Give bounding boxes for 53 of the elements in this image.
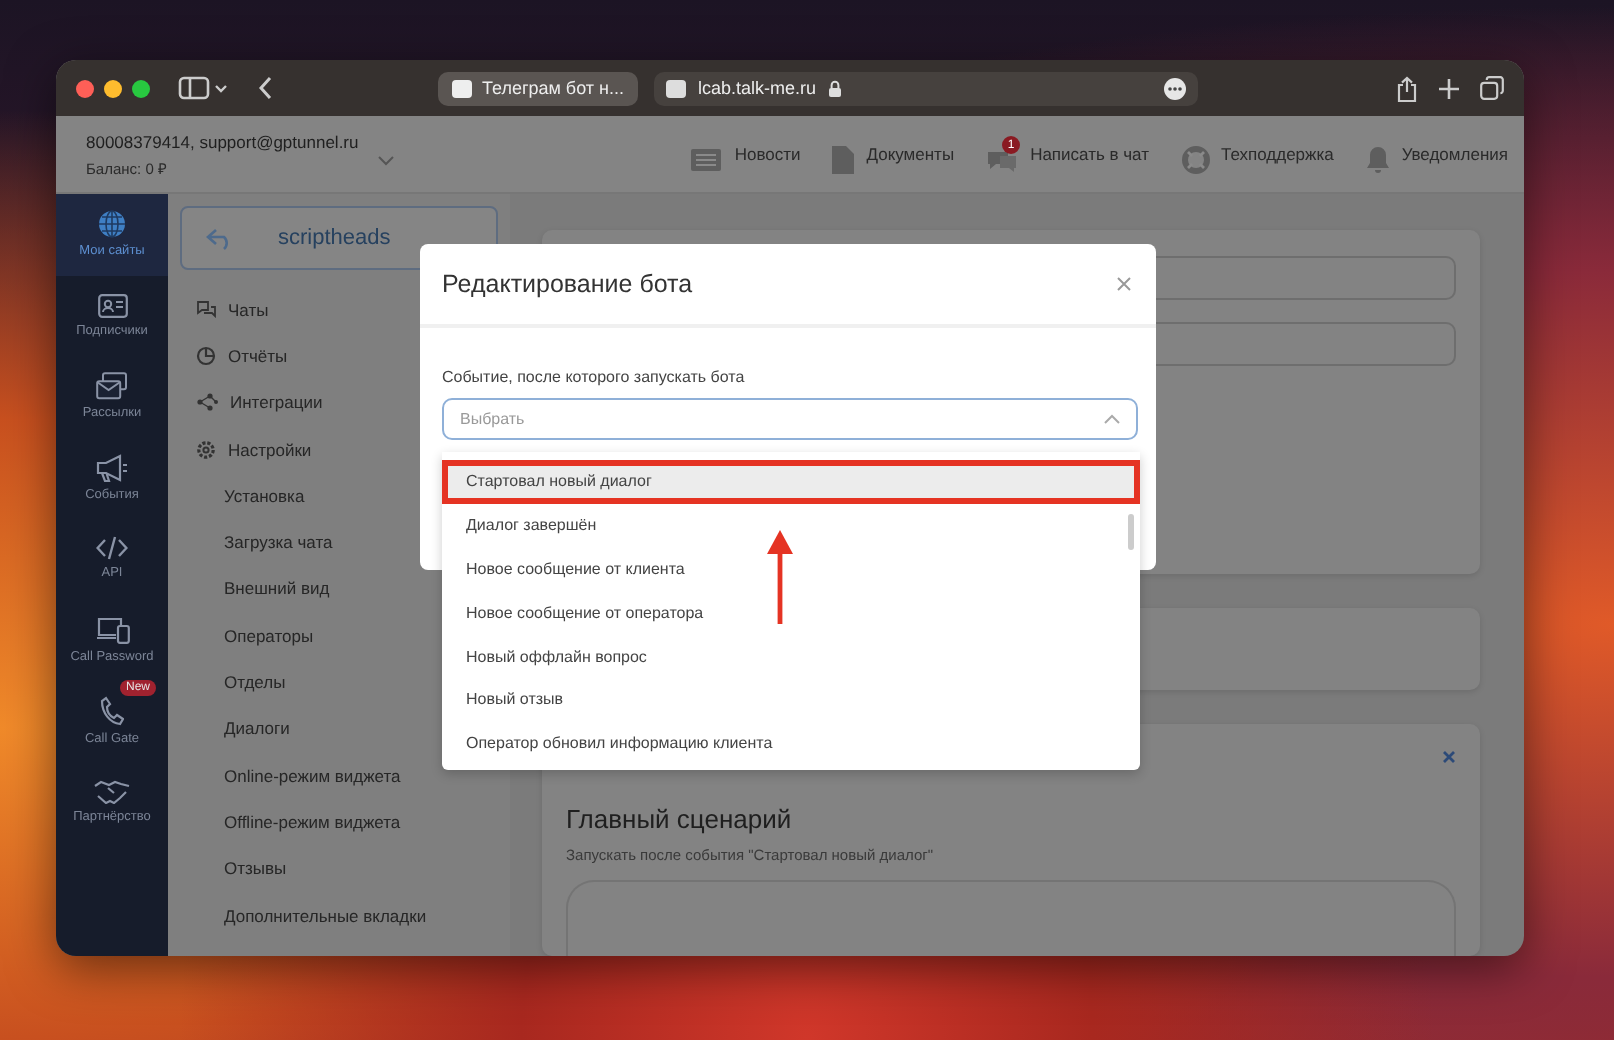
dropdown-option[interactable]: Диалог завершён (442, 503, 1140, 548)
site-favicon-icon (666, 79, 686, 97)
share-icon[interactable] (1396, 75, 1418, 101)
settings-icon (196, 439, 216, 460)
header-link[interactable]: Документы (832, 135, 955, 173)
megaphone-icon (96, 453, 128, 482)
chat-icon (986, 146, 1019, 172)
chevron-icon (1104, 414, 1120, 424)
lock-icon (828, 79, 843, 97)
devices-icon (95, 615, 129, 644)
account-label: 80008379414, support@gptunnel.ru (86, 131, 359, 151)
site-favicon-icon (452, 79, 472, 97)
dropdown-option[interactable]: Новый отзыв (442, 677, 1140, 722)
site-switcher-button[interactable]: scriptheads (180, 206, 498, 270)
newspaper-icon (690, 147, 723, 171)
close-icon[interactable] (1116, 276, 1132, 292)
dialog-title: Редактирование бота (442, 270, 693, 298)
field-label: Событие, после которого запускать бота (442, 368, 747, 386)
scrollbar[interactable] (1128, 514, 1134, 550)
address-bar[interactable]: lcab.talk-me.ru (654, 71, 1198, 105)
bell-icon (1365, 145, 1390, 173)
back-icon[interactable] (258, 76, 274, 100)
minimize-window-button[interactable] (104, 79, 122, 97)
return-arrow-icon (206, 227, 234, 249)
more-icon[interactable] (1164, 77, 1186, 99)
document-icon (832, 145, 855, 173)
dropdown-option[interactable]: Новое сообщение от клиента (442, 547, 1140, 591)
close-window-button[interactable] (76, 79, 94, 97)
sidebar-toggle-icon[interactable] (178, 76, 230, 100)
header-link[interactable]: Уведомления (1365, 135, 1508, 173)
lifebuoy-icon (1181, 145, 1209, 173)
dropdown-option[interactable]: Новое сообщение от оператора (442, 590, 1140, 635)
id-card-icon (97, 293, 127, 318)
scenario-title: Главный сценарий (566, 804, 794, 834)
settings-menu-item[interactable]: Отзывы (180, 845, 498, 892)
envelopes-icon (96, 372, 128, 401)
globe-icon (98, 210, 126, 239)
event-select[interactable]: Выбрать (442, 398, 1138, 440)
settings-menu-item[interactable]: Offline-режим виджета (180, 798, 498, 846)
header-link[interactable]: Техподдержка (1181, 135, 1334, 173)
tabs-overview-icon[interactable] (1480, 76, 1504, 100)
settings-menu-item[interactable]: Дополнительные вкладки (180, 891, 498, 939)
nodes-icon (196, 392, 218, 413)
pie-chart-icon (196, 345, 216, 366)
dropdown-option[interactable]: Новый оффлайн вопрос (442, 634, 1140, 678)
phone-icon (100, 695, 124, 726)
annotation-arrow (766, 530, 794, 626)
browser-tab[interactable]: Телеграм бот н... (438, 71, 638, 105)
chat-bubbles-icon (196, 300, 216, 319)
maximize-window-button[interactable] (132, 79, 150, 97)
header-link[interactable]: Новости (690, 137, 801, 171)
new-tab-icon[interactable] (1438, 77, 1460, 99)
code-icon (96, 536, 128, 561)
